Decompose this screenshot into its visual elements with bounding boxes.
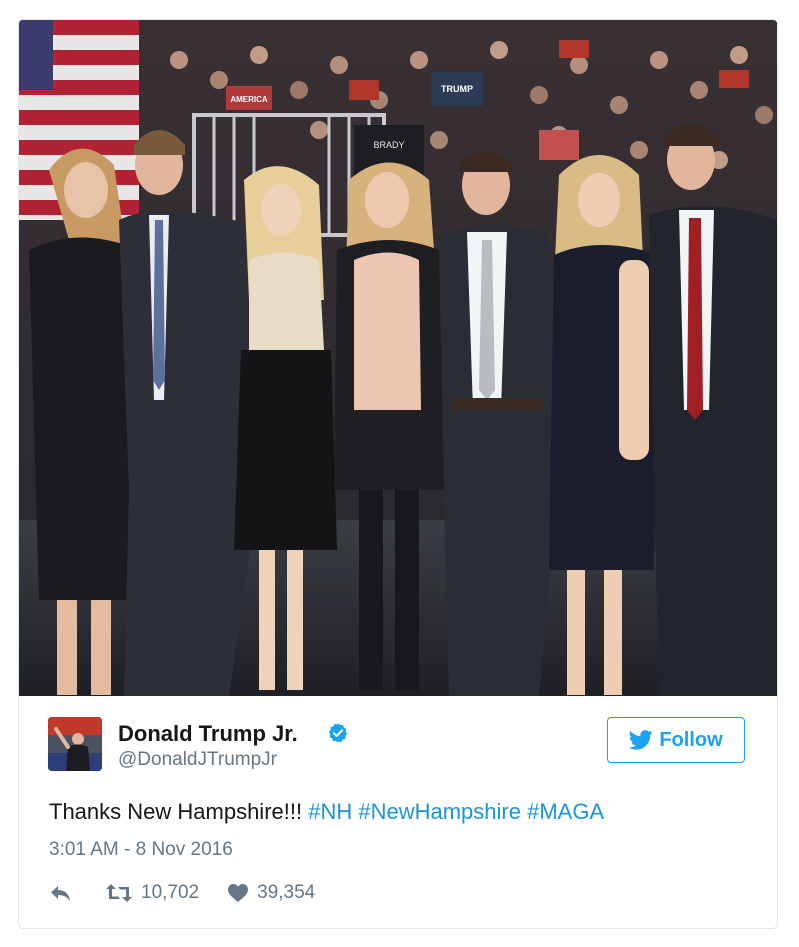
twitter-bird-icon bbox=[629, 730, 653, 750]
hashtag-link[interactable]: #NH bbox=[308, 799, 352, 824]
person-5 bbox=[439, 151, 559, 696]
retweet-count: 10,702 bbox=[141, 882, 200, 903]
like-count: 39,354 bbox=[257, 882, 316, 903]
shirt-brady: BRADY bbox=[373, 140, 404, 150]
sign-america: AMERICA bbox=[230, 95, 268, 104]
follow-button-label: Follow bbox=[659, 728, 723, 751]
verified-badge-icon bbox=[328, 723, 348, 743]
tweet-text: Thanks New Hampshire!!! #NH #NewHampshir… bbox=[49, 799, 604, 825]
follow-button[interactable]: Follow bbox=[607, 717, 745, 763]
retweet-icon bbox=[106, 884, 132, 902]
tweet-timestamp[interactable]: 3:01 AM - 8 Nov 2016 bbox=[49, 839, 233, 861]
tweet-card: AMERICA TRUMP BRADY Donald Trump Jr. @Do… bbox=[18, 19, 778, 929]
retweet-button[interactable]: 10,702 bbox=[105, 882, 199, 904]
hashtag-link[interactable]: #MAGA bbox=[527, 799, 604, 824]
reply-button[interactable] bbox=[49, 883, 73, 903]
tweet-photo[interactable]: AMERICA TRUMP BRADY bbox=[19, 20, 777, 696]
tweet-header: Donald Trump Jr. @DonaldJTrumpJr Follow bbox=[19, 716, 777, 776]
sign-trump: TRUMP bbox=[441, 84, 473, 94]
photo-illustration: AMERICA TRUMP BRADY bbox=[19, 20, 777, 696]
hashtag-link[interactable]: #NewHampshire bbox=[358, 799, 521, 824]
like-button[interactable]: 39,354 bbox=[227, 882, 315, 904]
reply-icon bbox=[51, 886, 70, 901]
user-handle[interactable]: @DonaldJTrumpJr bbox=[118, 749, 277, 771]
heart-icon bbox=[228, 884, 249, 902]
tweet-text-plain: Thanks New Hampshire!!! bbox=[49, 799, 303, 824]
user-display-name[interactable]: Donald Trump Jr. bbox=[118, 721, 298, 747]
user-avatar[interactable] bbox=[48, 717, 102, 771]
tweet-actions: 10,702 39,354 bbox=[49, 878, 315, 908]
